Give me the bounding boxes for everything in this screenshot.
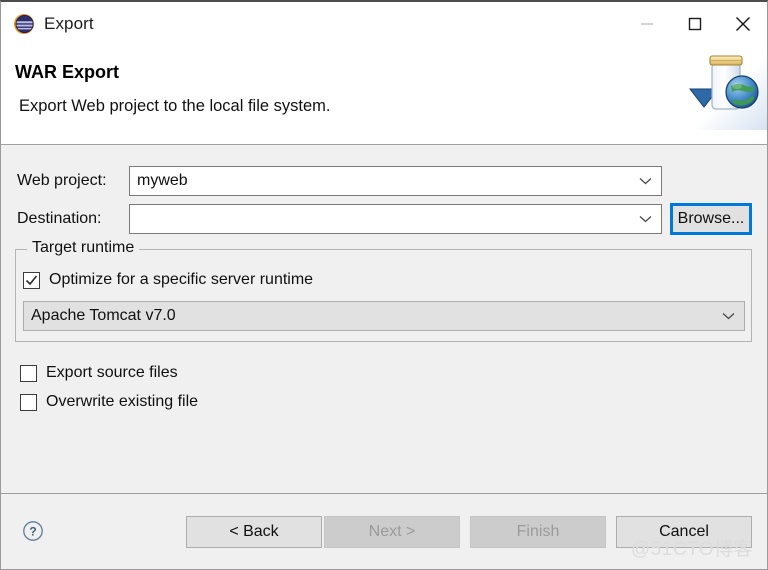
title-bar: Export bbox=[1, 2, 767, 45]
overwrite-existing-file-checkbox[interactable] bbox=[20, 393, 37, 411]
dialog-header: WAR Export Export Web project to the loc… bbox=[1, 45, 767, 145]
check-icon bbox=[25, 274, 38, 285]
svg-text:?: ? bbox=[29, 524, 36, 538]
help-question-icon[interactable]: ? bbox=[22, 520, 44, 542]
optimize-runtime-checkbox-row[interactable]: Optimize for a specific server runtime bbox=[23, 271, 313, 289]
window-controls bbox=[623, 2, 767, 45]
next-button: Next > bbox=[324, 516, 460, 548]
chevron-down-icon bbox=[722, 307, 735, 325]
target-runtime-group: Target runtime Optimize for a specific s… bbox=[15, 239, 752, 342]
window-title: Export bbox=[44, 14, 94, 33]
back-button[interactable]: < Back bbox=[186, 516, 322, 548]
page-description: Export Web project to the local file sys… bbox=[19, 97, 331, 115]
destination-label: Destination: bbox=[17, 210, 102, 227]
war-jar-globe-icon bbox=[682, 45, 767, 130]
optimize-runtime-label: Optimize for a specific server runtime bbox=[49, 271, 314, 288]
optimize-runtime-checkbox[interactable] bbox=[23, 271, 40, 289]
close-icon[interactable] bbox=[719, 2, 767, 45]
footer-separator bbox=[1, 493, 767, 494]
overwrite-existing-file-label: Overwrite existing file bbox=[46, 393, 199, 410]
page-title: WAR Export bbox=[15, 62, 120, 82]
export-dialog: Export WAR Export Export Web project to … bbox=[0, 0, 768, 570]
export-source-files-row[interactable]: Export source files bbox=[20, 364, 178, 382]
finish-button: Finish bbox=[470, 516, 606, 548]
chevron-down-icon bbox=[639, 172, 652, 190]
export-source-files-label: Export source files bbox=[46, 364, 178, 381]
web-project-combo[interactable]: myweb bbox=[129, 166, 662, 196]
destination-combo[interactable] bbox=[129, 204, 662, 234]
export-source-files-checkbox[interactable] bbox=[20, 364, 37, 382]
runtime-combo[interactable]: Apache Tomcat v7.0 bbox=[23, 301, 745, 331]
watermark: @51CTO博客 bbox=[630, 539, 753, 560]
chevron-down-icon bbox=[639, 210, 652, 228]
runtime-combo-value: Apache Tomcat v7.0 bbox=[31, 307, 176, 324]
minimize-icon[interactable] bbox=[623, 2, 671, 45]
destination-row: Destination: Browse... bbox=[17, 203, 752, 235]
eclipse-logo-icon bbox=[13, 13, 35, 35]
web-project-label: Web project: bbox=[17, 172, 107, 189]
overwrite-existing-file-row[interactable]: Overwrite existing file bbox=[20, 393, 198, 411]
web-project-value: myweb bbox=[137, 172, 188, 189]
maximize-icon[interactable] bbox=[671, 2, 719, 45]
browse-button[interactable]: Browse... bbox=[670, 203, 752, 235]
web-project-row: Web project: myweb bbox=[17, 166, 752, 196]
target-runtime-legend: Target runtime bbox=[27, 239, 140, 257]
